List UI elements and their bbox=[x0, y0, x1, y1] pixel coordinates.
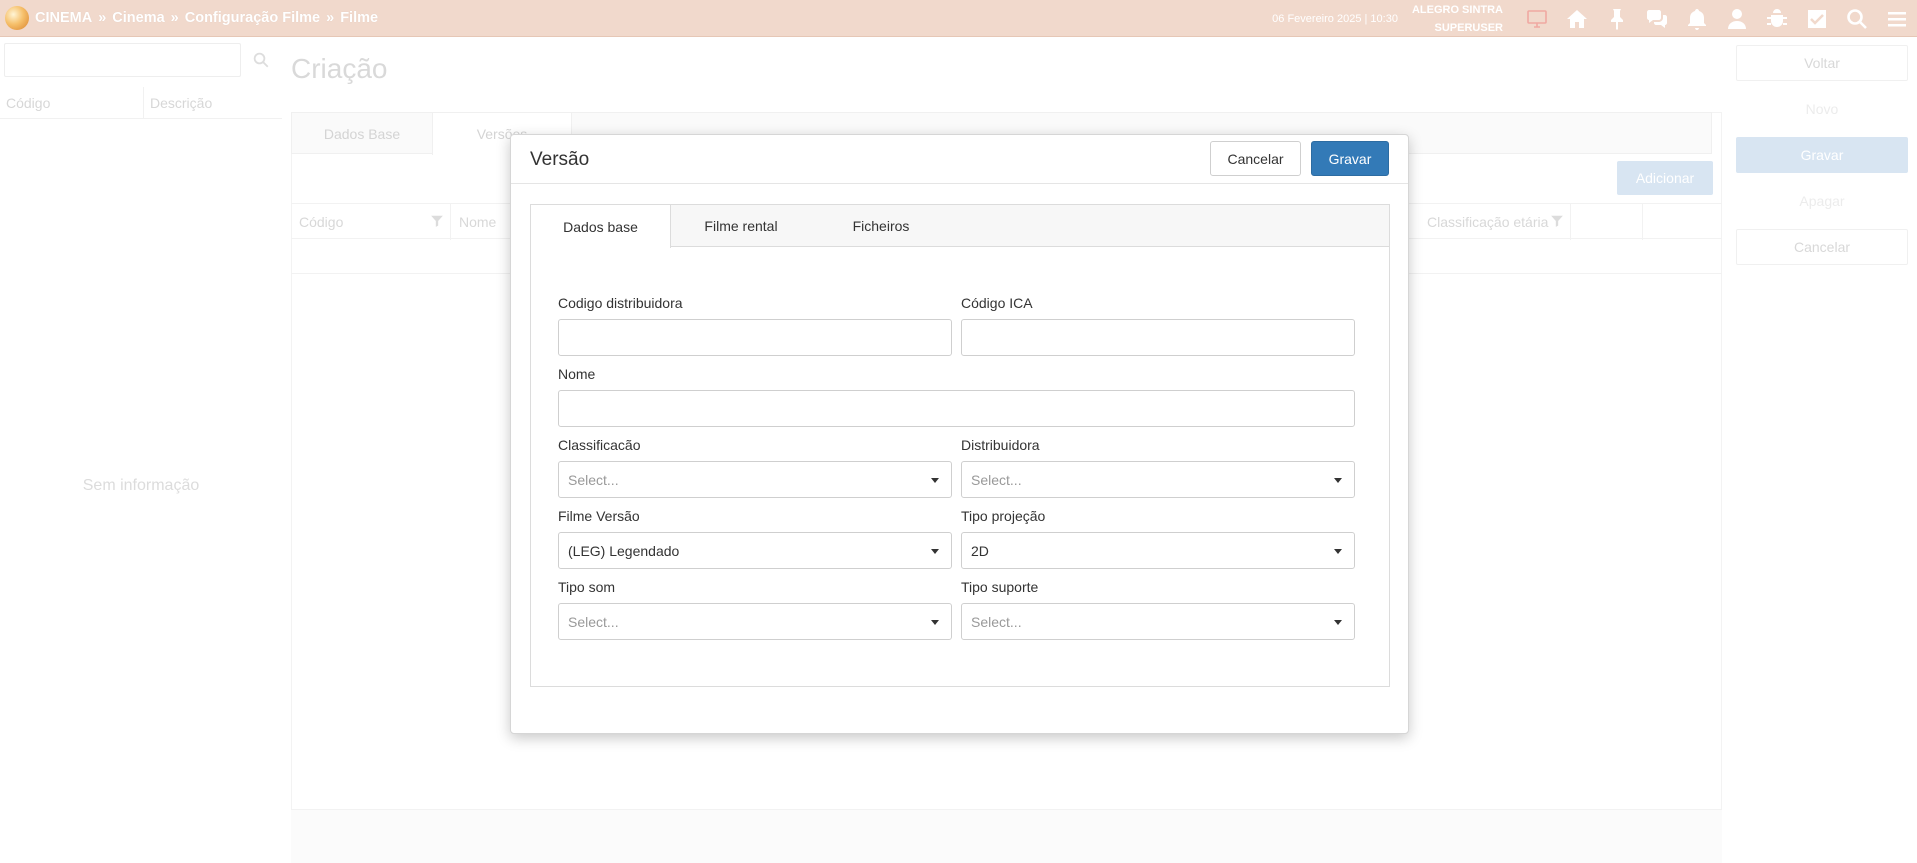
filme-versao-label: Filme Versão bbox=[558, 508, 640, 524]
tipo-projecao-select[interactable]: 2D bbox=[961, 532, 1355, 569]
select-placeholder: Select... bbox=[568, 471, 619, 488]
tab-dados-base[interactable]: Dados base bbox=[531, 205, 671, 248]
caret-down-icon bbox=[1334, 549, 1342, 554]
caret-down-icon bbox=[931, 549, 939, 554]
modal-tab-strip: Dados base Filme rental Ficheiros bbox=[531, 205, 1389, 248]
tipo-projecao-label: Tipo projeção bbox=[961, 508, 1046, 524]
distribuidora-label: Distribuidora bbox=[961, 437, 1040, 453]
modal-save-button[interactable]: Gravar bbox=[1311, 141, 1389, 176]
distribuidora-select[interactable]: Select... bbox=[961, 461, 1355, 498]
select-value: 2D bbox=[971, 542, 989, 559]
nome-input[interactable] bbox=[558, 390, 1355, 427]
classificacao-select[interactable]: Select... bbox=[558, 461, 952, 498]
select-placeholder: Select... bbox=[971, 613, 1022, 630]
caret-down-icon bbox=[931, 620, 939, 625]
select-placeholder: Select... bbox=[568, 613, 619, 630]
select-value: (LEG) Legendado bbox=[568, 542, 680, 559]
caret-down-icon bbox=[931, 478, 939, 483]
modal-cancel-button[interactable]: Cancelar bbox=[1210, 141, 1301, 176]
tipo-suporte-select[interactable]: Select... bbox=[961, 603, 1355, 640]
tab-filme-rental[interactable]: Filme rental bbox=[671, 205, 811, 247]
modal-title: Versão bbox=[530, 149, 590, 170]
tipo-suporte-label: Tipo suporte bbox=[961, 579, 1039, 595]
version-modal: Versão Cancelar Gravar Dados base Filme … bbox=[510, 134, 1409, 734]
filme-versao-select[interactable]: (LEG) Legendado bbox=[558, 532, 952, 569]
nome-label: Nome bbox=[558, 366, 596, 382]
caret-down-icon bbox=[1334, 620, 1342, 625]
tab-ficheiros[interactable]: Ficheiros bbox=[811, 205, 951, 247]
codigo-distribuidora-input[interactable] bbox=[558, 319, 952, 356]
caret-down-icon bbox=[1334, 478, 1342, 483]
codigo-ica-label: Código ICA bbox=[961, 295, 1033, 311]
codigo-distribuidora-label: Codigo distribuidora bbox=[558, 295, 683, 311]
classificacao-label: Classificacão bbox=[558, 437, 641, 453]
modal-header: Versão Cancelar Gravar bbox=[511, 135, 1408, 184]
tipo-som-label: Tipo som bbox=[558, 579, 616, 595]
tipo-som-select[interactable]: Select... bbox=[558, 603, 952, 640]
modal-tab-container: Dados base Filme rental Ficheiros Codigo… bbox=[530, 204, 1390, 687]
select-placeholder: Select... bbox=[971, 471, 1022, 488]
codigo-ica-input[interactable] bbox=[961, 319, 1355, 356]
